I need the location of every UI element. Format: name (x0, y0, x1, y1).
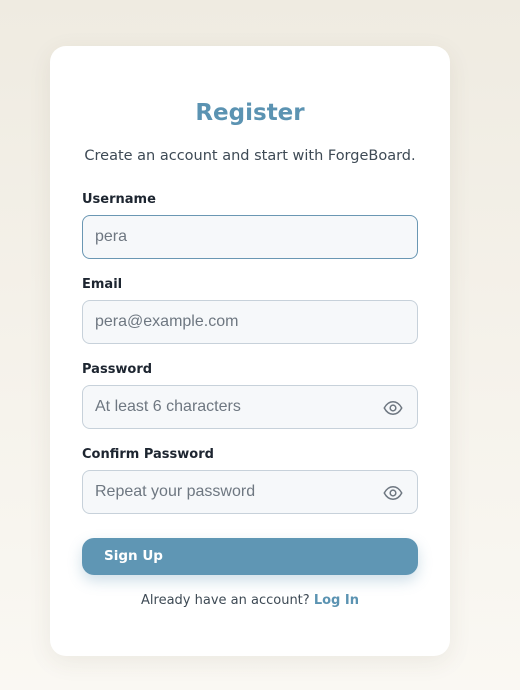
eye-icon[interactable] (383, 398, 403, 418)
confirm-password-field-container (82, 470, 418, 514)
login-prompt-text: Already have an account? (141, 593, 310, 608)
page-subtitle: Create an account and start with ForgeBo… (84, 148, 416, 164)
eye-icon[interactable] (383, 483, 403, 503)
password-label: Password (82, 362, 153, 377)
email-field[interactable] (83, 301, 417, 343)
page-title: Register (195, 100, 305, 126)
email-field-container (82, 300, 418, 344)
password-field[interactable] (83, 386, 417, 428)
login-prompt: Already have an account? Log In (50, 593, 450, 608)
email-label: Email (82, 277, 123, 292)
register-card: Register Create an account and start wit… (50, 46, 450, 656)
username-label: Username (82, 192, 156, 207)
password-field-container (82, 385, 418, 429)
confirm-password-label: Confirm Password (82, 447, 214, 462)
username-field[interactable] (83, 216, 417, 258)
sign-up-button[interactable]: Sign Up (82, 538, 418, 575)
username-field-container (82, 215, 418, 259)
confirm-password-field[interactable] (83, 471, 417, 513)
login-link[interactable]: Log In (314, 593, 359, 608)
